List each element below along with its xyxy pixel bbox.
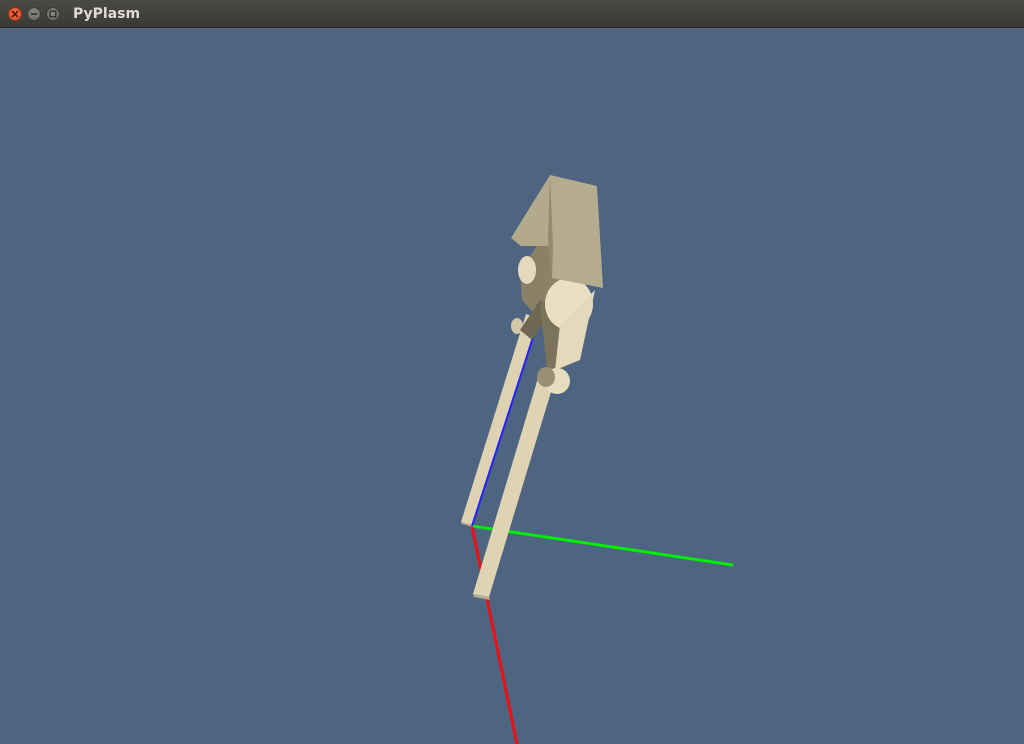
head-left-face bbox=[511, 175, 553, 246]
y-axis bbox=[471, 524, 734, 567]
app-window: PyPlasm bbox=[0, 0, 1024, 744]
maximize-icon[interactable] bbox=[46, 7, 60, 21]
close-icon[interactable] bbox=[8, 7, 22, 21]
scene-canvas[interactable] bbox=[0, 28, 1024, 744]
minimize-icon[interactable] bbox=[27, 7, 41, 21]
title-bar[interactable]: PyPlasm bbox=[0, 0, 1024, 28]
3d-viewport[interactable] bbox=[0, 28, 1024, 744]
window-title: PyPlasm bbox=[73, 6, 141, 22]
head-front-face bbox=[550, 175, 603, 288]
